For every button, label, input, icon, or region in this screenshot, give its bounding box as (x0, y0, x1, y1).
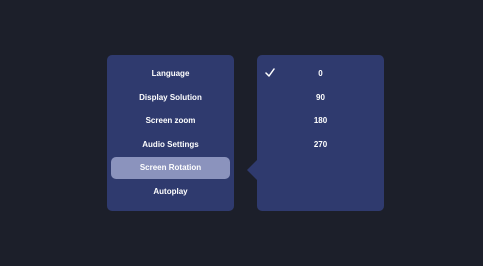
menu-item-screen-rotation[interactable]: Screen Rotation (111, 157, 230, 179)
rotation-option-270[interactable]: 270 (257, 134, 384, 156)
rotation-option-180[interactable]: 180 (257, 110, 384, 132)
settings-menu-panel: Language Display Solution Screen zoom Au… (107, 55, 234, 211)
submenu-pointer (247, 160, 257, 180)
rotation-options-panel: 0 90 180 270 (257, 55, 384, 211)
check-icon (265, 68, 275, 77)
rotation-option-90[interactable]: 90 (257, 87, 384, 109)
rotation-option-0[interactable]: 0 (257, 63, 384, 85)
rotation-option-label: 180 (313, 116, 328, 125)
menu-item-language[interactable]: Language (111, 63, 230, 85)
menu-item-screen-zoom[interactable]: Screen zoom (111, 110, 230, 132)
rotation-option-label: 90 (316, 93, 325, 102)
menu-item-autoplay[interactable]: Autoplay (111, 181, 230, 203)
menu-item-display-solution[interactable]: Display Solution (111, 87, 230, 109)
rotation-option-label: 270 (313, 140, 328, 149)
menu-item-audio-settings[interactable]: Audio Settings (111, 134, 230, 156)
rotation-option-label: 0 (318, 69, 323, 78)
